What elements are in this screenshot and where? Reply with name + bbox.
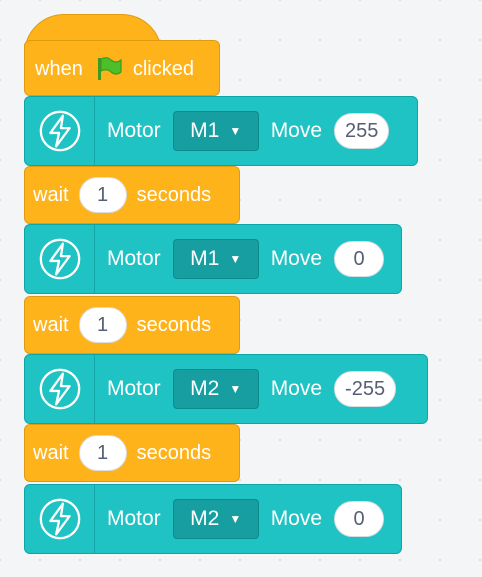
wait-seconds-block[interactable]: wait 1 seconds bbox=[24, 166, 240, 224]
event-label-clicked: clicked bbox=[132, 57, 194, 80]
speed-input[interactable]: 0 bbox=[334, 241, 385, 277]
motor-move-block[interactable]: Motor M2 ▼ Move -255 bbox=[24, 354, 428, 424]
motor-dropdown-value: M2 bbox=[190, 377, 220, 400]
dropdown-caret-icon: ▼ bbox=[229, 382, 242, 396]
motor-dropdown[interactable]: M2 ▼ bbox=[172, 499, 259, 539]
motor-icon-box bbox=[25, 97, 95, 165]
dropdown-caret-icon: ▼ bbox=[229, 252, 242, 266]
wait-seconds-input[interactable]: 1 bbox=[78, 307, 127, 343]
wait-seconds-input[interactable]: 1 bbox=[78, 177, 127, 213]
lightning-bolt-icon bbox=[39, 368, 80, 410]
motor-dropdown-value: M1 bbox=[190, 247, 220, 270]
motor-dropdown-value: M2 bbox=[190, 507, 220, 530]
motor-dropdown[interactable]: M1 ▼ bbox=[172, 111, 259, 151]
motor-label: Motor bbox=[107, 507, 161, 530]
motor-dropdown-value: M1 bbox=[190, 119, 220, 142]
motor-label: Motor bbox=[107, 119, 161, 142]
seconds-label: seconds bbox=[136, 313, 212, 336]
wait-label: wait bbox=[33, 441, 69, 464]
motor-icon-box bbox=[25, 225, 95, 293]
wait-label: wait bbox=[33, 313, 69, 336]
lightning-bolt-icon bbox=[39, 110, 80, 152]
motor-move-block[interactable]: Motor M1 ▼ Move 255 bbox=[24, 96, 418, 166]
wait-seconds-input[interactable]: 1 bbox=[78, 435, 127, 471]
seconds-label: seconds bbox=[136, 183, 212, 206]
lightning-bolt-icon bbox=[39, 238, 80, 280]
motor-dropdown[interactable]: M1 ▼ bbox=[172, 239, 259, 279]
seconds-label: seconds bbox=[136, 441, 212, 464]
speed-input[interactable]: -255 bbox=[334, 371, 397, 407]
green-flag-icon bbox=[95, 56, 123, 82]
move-label: Move bbox=[270, 119, 323, 142]
event-label-when: when bbox=[35, 57, 83, 80]
lightning-bolt-icon bbox=[39, 498, 80, 540]
dropdown-caret-icon: ▼ bbox=[229, 124, 242, 138]
motor-icon-box bbox=[25, 485, 95, 553]
move-label: Move bbox=[270, 507, 323, 530]
motor-move-block[interactable]: Motor M2 ▼ Move 0 bbox=[24, 484, 402, 554]
motor-label: Motor bbox=[107, 377, 161, 400]
wait-seconds-block[interactable]: wait 1 seconds bbox=[24, 424, 240, 482]
motor-icon-box bbox=[25, 355, 95, 423]
motor-label: Motor bbox=[107, 247, 161, 270]
when-flag-clicked-block[interactable]: when clicked bbox=[24, 40, 220, 96]
motor-move-block[interactable]: Motor M1 ▼ Move 0 bbox=[24, 224, 402, 294]
wait-seconds-block[interactable]: wait 1 seconds bbox=[24, 296, 240, 354]
move-label: Move bbox=[270, 377, 323, 400]
speed-input[interactable]: 0 bbox=[334, 501, 385, 537]
move-label: Move bbox=[270, 247, 323, 270]
wait-label: wait bbox=[33, 183, 69, 206]
motor-dropdown[interactable]: M2 ▼ bbox=[172, 369, 259, 409]
speed-input[interactable]: 255 bbox=[334, 113, 390, 149]
dropdown-caret-icon: ▼ bbox=[229, 512, 242, 526]
